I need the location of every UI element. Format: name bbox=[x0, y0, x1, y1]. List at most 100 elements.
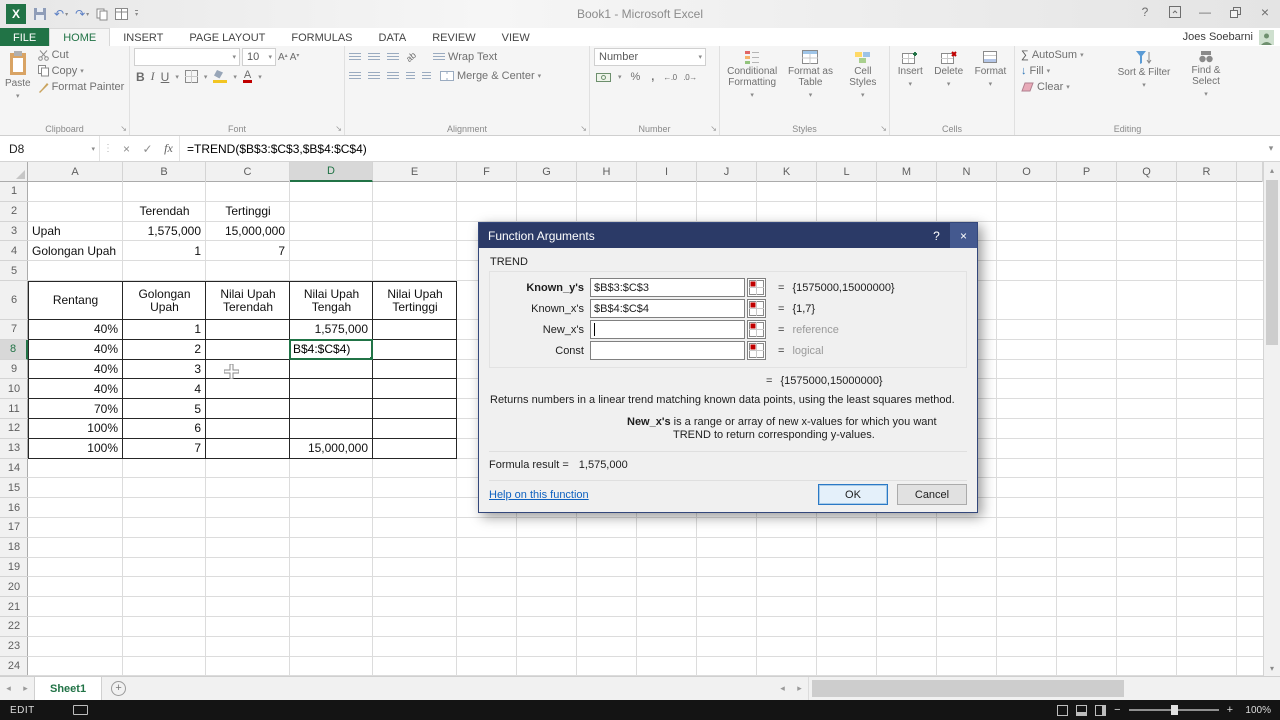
excel-logo-icon[interactable]: X bbox=[6, 4, 26, 24]
save-button[interactable] bbox=[33, 7, 47, 21]
active-cell-D8[interactable]: B$4:$C$4) bbox=[289, 338, 373, 360]
page-layout-view-button[interactable] bbox=[1076, 704, 1088, 716]
cell-E11[interactable] bbox=[373, 399, 457, 419]
row-header-1[interactable]: 1 bbox=[0, 182, 28, 202]
dialog-titlebar[interactable]: Function Arguments ? × bbox=[479, 223, 977, 248]
arg-input-known-ys[interactable]: $B$3:$C$3 bbox=[590, 278, 745, 297]
hscroll-left-button[interactable]: ◂ bbox=[774, 683, 791, 694]
cell-B8[interactable]: 2 bbox=[123, 340, 206, 360]
cell-B6[interactable]: Golongan Upah bbox=[123, 281, 206, 320]
dialog-close-button[interactable]: × bbox=[950, 223, 977, 248]
arg-input-const[interactable] bbox=[590, 341, 745, 360]
customize-qat-button[interactable]: ▾ bbox=[135, 10, 139, 18]
cancel-button[interactable]: Cancel bbox=[897, 484, 967, 505]
enter-entry-button[interactable]: ✓ bbox=[137, 142, 158, 156]
fill-color-button[interactable] bbox=[213, 70, 228, 83]
keyboard-icon[interactable] bbox=[72, 705, 88, 715]
number-format-combo[interactable]: Number ▾ bbox=[594, 48, 706, 66]
horizontal-scrollbar[interactable] bbox=[808, 677, 1280, 700]
cell-B2[interactable]: Terendah bbox=[123, 202, 206, 222]
page-break-view-button[interactable] bbox=[1095, 704, 1107, 716]
cell-A13[interactable]: 100% bbox=[28, 439, 123, 459]
normal-view-button[interactable] bbox=[1057, 704, 1069, 716]
increase-indent-button[interactable] bbox=[422, 71, 431, 81]
cell-B4[interactable]: 1 bbox=[123, 241, 206, 261]
zoom-slider-thumb[interactable] bbox=[1170, 705, 1178, 715]
row-header-24[interactable]: 24 bbox=[0, 657, 28, 676]
column-header-K[interactable]: K bbox=[757, 162, 817, 182]
hscroll-right-button[interactable]: ▸ bbox=[791, 683, 808, 694]
minimize-button[interactable]: — bbox=[1190, 0, 1220, 24]
cell-A8[interactable]: 40% bbox=[28, 340, 123, 360]
cell-B7[interactable]: 1 bbox=[123, 320, 206, 340]
column-header-P[interactable]: P bbox=[1057, 162, 1117, 182]
accounting-format-icon[interactable] bbox=[596, 72, 611, 82]
column-header-R[interactable]: R bbox=[1177, 162, 1237, 182]
row-header-9[interactable]: 9 bbox=[0, 360, 28, 380]
ribbon-tab-file[interactable]: FILE bbox=[0, 28, 50, 46]
zoom-in-button[interactable]: + bbox=[1227, 704, 1233, 716]
restore-button[interactable] bbox=[1220, 0, 1250, 24]
decrease-font-size-button[interactable]: A ▾ bbox=[290, 52, 300, 63]
percent-style-button[interactable]: % bbox=[629, 70, 643, 84]
increase-font-size-button[interactable]: A ▴ bbox=[278, 52, 288, 63]
range-selector-button-known-xs[interactable] bbox=[747, 299, 766, 318]
cell-C6[interactable]: Nilai Upah Terendah bbox=[206, 281, 290, 320]
formula-bar-handle[interactable]: ⋮ bbox=[100, 143, 116, 154]
align-center-button[interactable] bbox=[368, 71, 380, 81]
column-header-C[interactable]: C bbox=[206, 162, 290, 182]
cell-C13[interactable] bbox=[206, 438, 290, 459]
range-selector-button-known-ys[interactable] bbox=[747, 278, 766, 297]
formula-bar-expand-button[interactable]: ▾ bbox=[1262, 143, 1280, 154]
cell-C4[interactable]: 7 bbox=[206, 241, 290, 261]
ribbon-tab-review[interactable]: REVIEW bbox=[419, 28, 488, 46]
column-header-N[interactable]: N bbox=[937, 162, 997, 182]
sheet-nav-left-button[interactable]: ◂ bbox=[0, 683, 17, 694]
decrease-decimal-button[interactable]: .0→ bbox=[684, 73, 698, 82]
fill-color-dropdown-arrow[interactable]: ▾ bbox=[233, 73, 237, 81]
merge-center-button[interactable]: Merge & Center ▾ bbox=[438, 69, 543, 83]
vertical-scrollbar[interactable]: ▴ ▾ bbox=[1263, 162, 1280, 676]
copy-button[interactable]: Copy ▾ bbox=[36, 64, 127, 78]
increase-decimal-button[interactable]: ←.0 bbox=[663, 73, 677, 82]
row-header-18[interactable]: 18 bbox=[0, 538, 28, 558]
conditional-formatting-button[interactable]: Conditional Formatting ▾ bbox=[724, 48, 780, 121]
row-header-3[interactable]: 3 bbox=[0, 222, 28, 242]
undo-button[interactable]: ↶ ▾ bbox=[54, 7, 68, 21]
format-as-table-button[interactable]: Format as Table ▾ bbox=[784, 48, 836, 121]
font-color-dropdown-arrow[interactable]: ▾ bbox=[258, 73, 262, 81]
close-button[interactable]: × bbox=[1250, 0, 1280, 24]
arg-input-new-xs[interactable] bbox=[590, 320, 745, 339]
cell-D7[interactable]: 1,575,000 bbox=[290, 320, 373, 340]
cell-E10[interactable] bbox=[373, 379, 457, 400]
cell-C12[interactable] bbox=[206, 419, 290, 439]
paste-button[interactable]: Paste ▾ bbox=[4, 48, 32, 121]
cell-C9[interactable] bbox=[206, 359, 290, 380]
column-header-Q[interactable]: Q bbox=[1117, 162, 1177, 182]
number-dialog-launcher[interactable]: ↘ bbox=[710, 125, 717, 133]
font-dialog-launcher[interactable]: ↘ bbox=[335, 125, 342, 133]
ribbon-tab-insert[interactable]: INSERT bbox=[110, 28, 176, 46]
ribbon-tab-page-layout[interactable]: PAGE LAYOUT bbox=[176, 28, 278, 46]
help-button[interactable]: ? bbox=[1130, 0, 1160, 24]
row-header-13[interactable]: 13 bbox=[0, 439, 28, 459]
underline-dropdown-arrow[interactable]: ▾ bbox=[175, 73, 179, 81]
format-painter-button[interactable]: Format Painter bbox=[36, 80, 127, 94]
range-selector-button-const[interactable] bbox=[747, 341, 766, 360]
cell-A7[interactable]: 40% bbox=[28, 320, 123, 340]
ribbon-tab-home[interactable]: HOME bbox=[49, 28, 111, 46]
redo-button[interactable]: ↷ ▾ bbox=[75, 7, 89, 21]
cell-C10[interactable] bbox=[206, 379, 290, 400]
row-header-4[interactable]: 4 bbox=[0, 241, 28, 262]
cell-C11[interactable] bbox=[206, 399, 290, 419]
align-right-button[interactable] bbox=[387, 71, 399, 81]
font-name-combo[interactable]: ▾ bbox=[134, 48, 240, 66]
row-header-16[interactable]: 16 bbox=[0, 498, 28, 518]
cell-A3[interactable]: Upah bbox=[28, 222, 123, 242]
sort-filter-button[interactable]: Sort & Filter ▾ bbox=[1115, 48, 1173, 121]
cut-button[interactable]: Cut bbox=[36, 48, 127, 62]
styles-dialog-launcher[interactable]: ↘ bbox=[880, 125, 887, 133]
column-header-B[interactable]: B bbox=[123, 162, 206, 182]
scroll-down-button[interactable]: ▾ bbox=[1264, 660, 1280, 676]
column-header-E[interactable]: E bbox=[373, 162, 457, 182]
